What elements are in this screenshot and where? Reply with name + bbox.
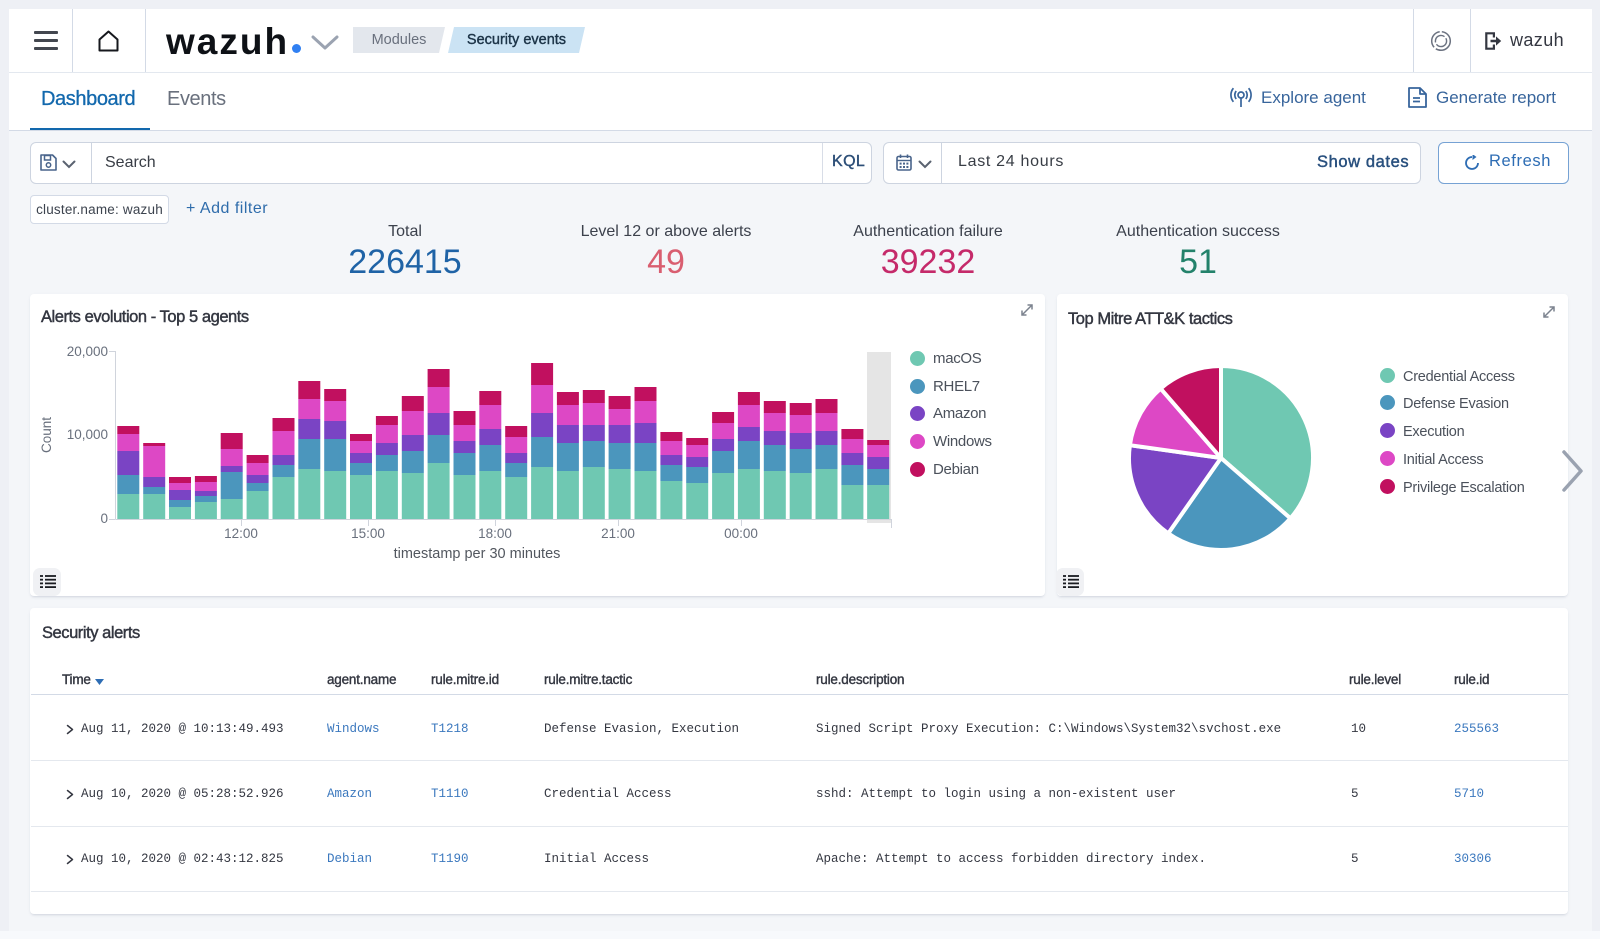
svg-text:0: 0 — [100, 511, 108, 526]
svg-text:00:00: 00:00 — [724, 526, 758, 541]
svg-text:Count: Count — [39, 417, 54, 453]
svg-text:18:00: 18:00 — [478, 526, 512, 541]
svg-text:15:00: 15:00 — [351, 526, 385, 541]
svg-text:10,000: 10,000 — [67, 427, 108, 442]
svg-text:21:00: 21:00 — [601, 526, 635, 541]
svg-text:12:00: 12:00 — [224, 526, 258, 541]
svg-text:20,000: 20,000 — [67, 344, 108, 359]
svg-text:timestamp per 30 minutes: timestamp per 30 minutes — [394, 546, 561, 562]
